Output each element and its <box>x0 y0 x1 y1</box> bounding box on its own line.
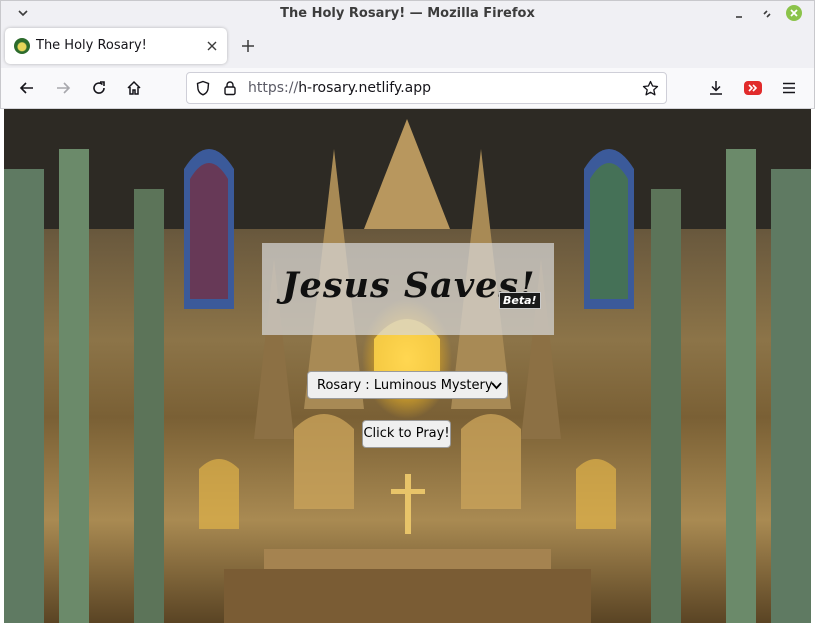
lock-icon[interactable] <box>222 80 238 96</box>
extension-icon[interactable] <box>744 81 762 95</box>
url-bar[interactable]: https://h-rosary.netlify.app <box>186 72 667 104</box>
pray-button[interactable]: Click to Pray! <box>362 420 451 448</box>
nav-toolbar: https://h-rosary.netlify.app <box>0 68 815 109</box>
url-protocol: https:// <box>248 80 299 96</box>
url-host: h-rosary.netlify.app <box>298 80 432 96</box>
close-icon[interactable] <box>786 5 802 21</box>
beta-badge: Beta! <box>499 292 541 309</box>
home-icon[interactable] <box>125 79 143 97</box>
hamburger-menu-icon[interactable] <box>780 79 798 97</box>
title-panel: Jesus Saves! Beta! <box>262 243 554 335</box>
download-icon[interactable] <box>707 79 725 97</box>
title-bar: The Holy Rosary! — Mozilla Firefox <box>0 0 815 27</box>
reload-icon[interactable] <box>90 79 108 97</box>
shield-icon[interactable] <box>195 80 211 96</box>
tab-close-icon[interactable] <box>205 39 219 53</box>
maximize-icon[interactable] <box>759 6 775 22</box>
back-icon[interactable] <box>18 79 36 97</box>
bookmark-star-icon[interactable] <box>642 80 659 97</box>
page-content: Jesus Saves! Beta! Rosary : Luminous Mys… <box>4 109 811 623</box>
minimize-icon[interactable] <box>731 6 747 22</box>
url-text[interactable]: https://h-rosary.netlify.app <box>248 80 431 96</box>
forward-icon[interactable] <box>54 79 72 97</box>
window-title: The Holy Rosary! — Mozilla Firefox <box>280 6 535 21</box>
tab-holy-rosary[interactable]: The Holy Rosary! <box>5 28 227 64</box>
new-tab-icon[interactable] <box>239 37 257 55</box>
rosary-mystery-select[interactable]: Rosary : Luminous Mystery <box>307 371 508 399</box>
page-heading: Jesus Saves! <box>282 265 536 306</box>
tab-strip: The Holy Rosary! <box>0 27 815 68</box>
chevron-down-icon <box>491 382 502 390</box>
favicon <box>14 38 30 54</box>
cathedral-background-image <box>4 109 811 623</box>
rosary-select-value: Rosary : Luminous Mystery <box>317 378 493 393</box>
tab-label: The Holy Rosary! <box>36 38 147 53</box>
